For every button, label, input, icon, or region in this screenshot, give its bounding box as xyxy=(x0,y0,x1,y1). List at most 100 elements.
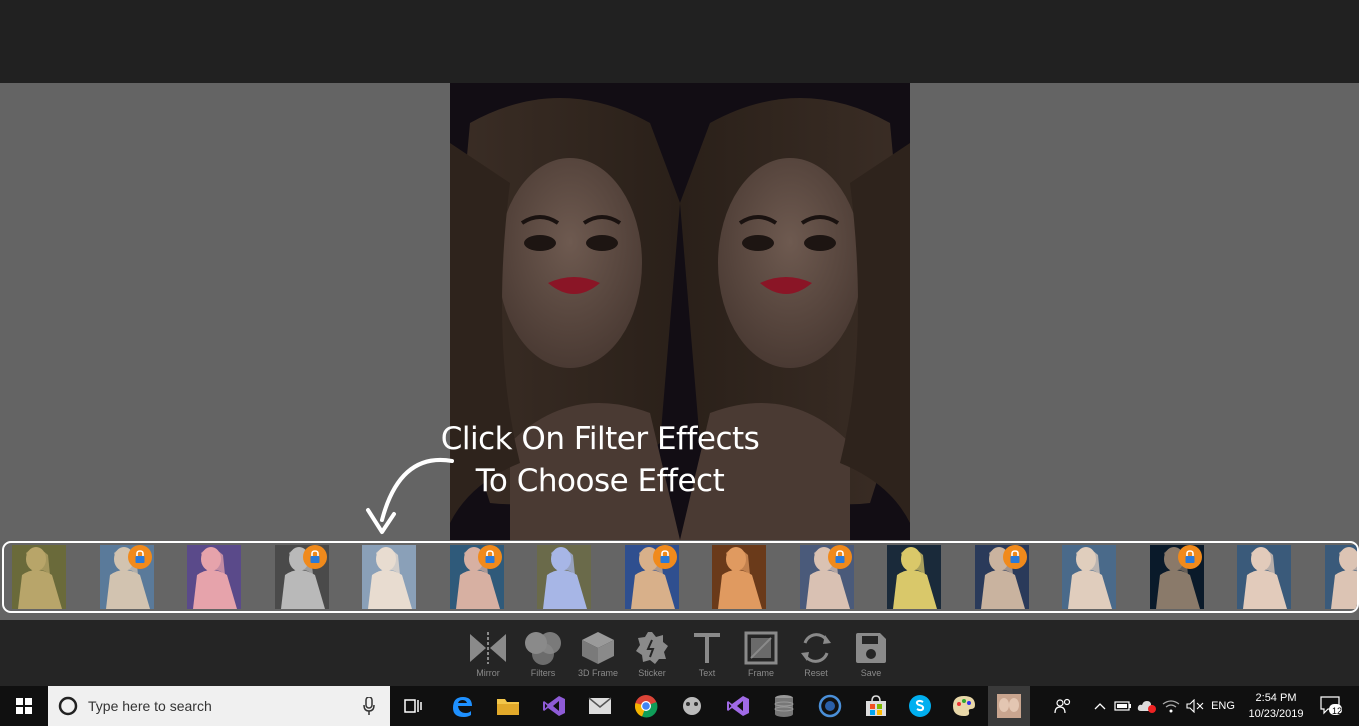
action-center-button[interactable]: 12 xyxy=(1316,686,1346,726)
filter-thumb[interactable] xyxy=(537,545,591,609)
skype-icon xyxy=(909,695,931,717)
windows-icon xyxy=(16,698,32,714)
network-tray[interactable] xyxy=(1160,686,1182,726)
bottom-toolbar: Mirror Filters 3D Frame Sticker Text Fra… xyxy=(0,620,1359,686)
task-view-icon xyxy=(404,699,422,713)
clock-time: 2:54 PM xyxy=(1255,692,1297,704)
mail-icon xyxy=(588,697,612,714)
text-icon xyxy=(679,630,735,666)
visual-studio-app[interactable] xyxy=(536,686,572,726)
start-button[interactable] xyxy=(0,686,48,726)
filter-preview-image xyxy=(1325,545,1357,609)
task-view-button[interactable] xyxy=(396,686,430,726)
app-top-bar xyxy=(0,0,1359,83)
clock-date: 10/23/2019 xyxy=(1248,708,1304,720)
search-placeholder: Type here to search xyxy=(88,698,212,714)
frame-icon xyxy=(733,630,789,666)
filters-label: Filters xyxy=(530,668,556,678)
reset-button[interactable]: Reset xyxy=(788,630,844,678)
text-button[interactable]: Text xyxy=(679,630,735,678)
lock-icon xyxy=(1178,545,1202,569)
filter-preview-image xyxy=(187,545,241,609)
browser-app[interactable] xyxy=(812,686,848,726)
visual-studio-icon xyxy=(543,696,565,716)
show-hidden-icons-button[interactable] xyxy=(1090,686,1110,726)
edge-icon xyxy=(453,697,472,717)
filter-preview-image xyxy=(1237,545,1291,609)
filters-icon xyxy=(515,630,571,666)
filter-preview-image xyxy=(537,545,591,609)
mirror-icon xyxy=(460,630,516,666)
chrome-app[interactable] xyxy=(628,686,664,726)
file-explorer-app[interactable] xyxy=(490,686,526,726)
palette-icon xyxy=(953,696,975,716)
3d-frame-button[interactable]: 3D Frame xyxy=(570,630,626,678)
filter-thumb[interactable] xyxy=(187,545,241,609)
frame-label: Frame xyxy=(747,668,774,678)
battery-tray[interactable] xyxy=(1112,686,1134,726)
store-app[interactable] xyxy=(858,686,894,726)
lock-icon xyxy=(303,545,327,569)
filter-thumb[interactable] xyxy=(1325,545,1357,609)
filters-button[interactable]: Filters xyxy=(515,630,571,678)
skype-app[interactable] xyxy=(902,686,938,726)
mirror-button[interactable]: Mirror xyxy=(460,630,516,678)
mail-app[interactable] xyxy=(582,686,618,726)
globe-icon xyxy=(818,694,842,718)
taskbar-search[interactable]: Type here to search xyxy=(48,686,390,726)
mirror-photo-app-active[interactable] xyxy=(988,686,1030,726)
filter-preview-image xyxy=(362,545,416,609)
speaker-muted-icon xyxy=(1186,699,1204,713)
mirror-label: Mirror xyxy=(476,668,500,678)
database-app[interactable] xyxy=(766,686,802,726)
filter-preview-image xyxy=(12,545,66,609)
cortana-icon xyxy=(58,696,78,716)
lock-icon xyxy=(653,545,677,569)
volume-tray[interactable] xyxy=(1184,686,1206,726)
database-icon xyxy=(774,695,794,717)
filter-preview-image xyxy=(1062,545,1116,609)
filter-thumb[interactable] xyxy=(362,545,416,609)
chevron-up-icon xyxy=(1094,703,1106,710)
save-label: Save xyxy=(860,668,882,678)
photo-app-icon xyxy=(997,694,1021,718)
filter-thumb[interactable] xyxy=(1237,545,1291,609)
reset-label: Reset xyxy=(804,668,828,678)
filter-preview-image xyxy=(712,545,766,609)
microphone-icon[interactable] xyxy=(363,697,375,715)
sticker-icon xyxy=(624,630,680,666)
reset-icon xyxy=(788,630,844,666)
edge-app[interactable] xyxy=(444,686,480,726)
filter-thumb[interactable] xyxy=(12,545,66,609)
paint-app[interactable] xyxy=(946,686,982,726)
windows-taskbar: Type here to search ENG 2:54 PM 10/23/20… xyxy=(0,686,1359,726)
frame-button[interactable]: Frame xyxy=(733,630,789,678)
people-icon xyxy=(1054,698,1071,714)
chrome-icon xyxy=(635,695,658,718)
sticker-button[interactable]: Sticker xyxy=(624,630,680,678)
folder-icon xyxy=(497,699,519,715)
store-bag-icon xyxy=(866,695,886,716)
lock-icon xyxy=(478,545,502,569)
save-button[interactable]: Save xyxy=(843,630,899,678)
gamepad-icon xyxy=(683,697,701,715)
3d-frame-label: 3D Frame xyxy=(577,668,618,678)
filter-thumb[interactable] xyxy=(887,545,941,609)
lock-icon xyxy=(128,545,152,569)
system-clock[interactable]: 2:54 PM 10/23/2019 xyxy=(1240,690,1312,722)
filter-preview-image xyxy=(887,545,941,609)
filter-thumb[interactable] xyxy=(1062,545,1116,609)
game-app[interactable] xyxy=(674,686,710,726)
input-language[interactable]: ENG xyxy=(1208,686,1238,726)
battery-icon xyxy=(1114,701,1131,711)
visual-studio-icon xyxy=(727,696,749,716)
filter-strip xyxy=(2,541,1359,613)
notification-count: 12 xyxy=(1332,706,1343,716)
visual-studio-app-2[interactable] xyxy=(720,686,756,726)
cube-icon xyxy=(570,630,626,666)
wifi-icon xyxy=(1162,700,1180,713)
filter-thumb[interactable] xyxy=(712,545,766,609)
people-button[interactable] xyxy=(1050,686,1076,726)
lock-icon xyxy=(828,545,852,569)
onedrive-tray[interactable] xyxy=(1136,686,1158,726)
